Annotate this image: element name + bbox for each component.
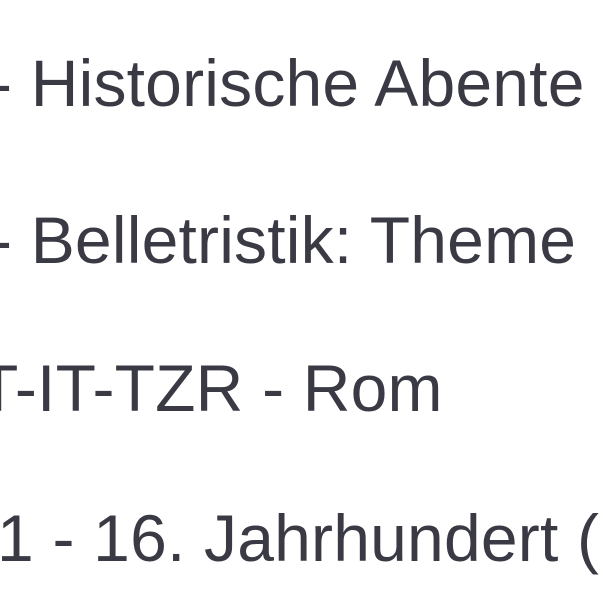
list-item-label: 1 - 16. Jahrhundert ( (0, 501, 600, 575)
zoomed-text-viewport: - Historische Abente - Belletristik: The… (0, 0, 609, 609)
list-item-label: T-IT-TZR - Rom (0, 351, 443, 425)
list-item-rom[interactable]: T-IT-TZR - Rom (0, 355, 443, 421)
list-item-belletristik-themen[interactable]: - Belletristik: Theme (0, 207, 576, 273)
list-item-16-jahrhundert[interactable]: 1 - 16. Jahrhundert ( (0, 505, 599, 571)
list-item-label: - Historische Abente (0, 46, 585, 120)
list-item-historische-abenteuer[interactable]: - Historische Abente (0, 50, 585, 116)
category-list: - Historische Abente - Belletristik: The… (0, 0, 609, 609)
list-item-label: - Belletristik: Theme (0, 203, 577, 277)
